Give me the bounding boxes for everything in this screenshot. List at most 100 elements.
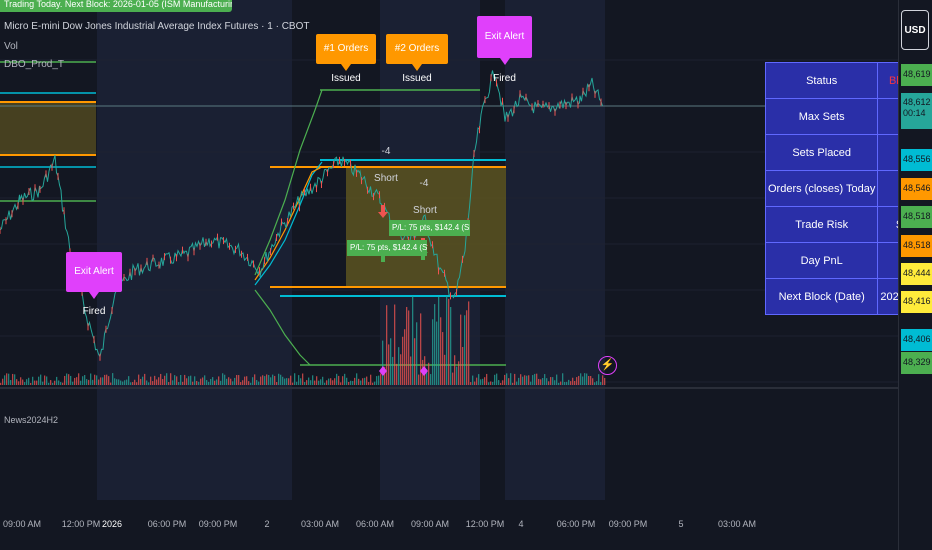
volume-bar [36, 380, 38, 385]
volume-bar [22, 379, 24, 385]
time-axis-label: 2026 [101, 519, 123, 529]
volume-bar [180, 375, 182, 385]
volume-bar [250, 382, 252, 385]
volume-bar [492, 381, 494, 385]
volume-bar [18, 381, 20, 385]
volume-bar [324, 382, 326, 385]
volume-bar [32, 376, 34, 385]
price-chart[interactable] [0, 0, 898, 550]
volume-bar [310, 380, 312, 385]
volume-bar [390, 338, 392, 385]
volume-bar [534, 373, 536, 385]
volume-bar [464, 315, 466, 385]
volume-bar [88, 379, 90, 385]
volume-bar [400, 354, 402, 385]
volume-bar [538, 378, 540, 385]
volume-bar [122, 381, 124, 385]
volume-bar [362, 378, 364, 385]
volume-bar [376, 376, 378, 385]
volume-bar [512, 382, 514, 385]
volume-bar [304, 382, 306, 385]
volume-bar [298, 375, 300, 385]
volume-bar [146, 380, 148, 385]
volume-bar [50, 380, 52, 385]
volume-bar [518, 377, 520, 385]
volume-bar [24, 382, 26, 385]
volume-bar [412, 295, 414, 385]
price-tag: 48,416 [901, 291, 932, 313]
volume-bar [160, 373, 162, 385]
volume-bar [296, 381, 298, 385]
volume-bar [240, 382, 242, 385]
volume-bar [126, 379, 128, 385]
volume-bar [194, 376, 196, 385]
volume-bar [238, 375, 240, 385]
volume-bar [58, 380, 60, 385]
range-box-left [0, 102, 96, 156]
volume-bar [334, 378, 336, 385]
volume-bar [514, 373, 516, 385]
orders-issued-2-callout: #2 Orders Issued [386, 34, 448, 84]
volume-bar [348, 381, 350, 385]
volume-bar [128, 376, 130, 385]
volume-bar [372, 382, 374, 385]
volume-bar [574, 380, 576, 385]
lightning-event-icon[interactable]: ⚡ [598, 356, 617, 375]
volume-bar [516, 381, 518, 385]
volume-bar [140, 378, 142, 385]
volume-bar [510, 373, 512, 385]
time-axis-label: 09:00 PM [608, 519, 648, 529]
time-axis-label: 03:00 AM [300, 519, 340, 529]
volume-bar [314, 380, 316, 385]
volume-bar [96, 375, 98, 385]
volume-bar [340, 382, 342, 385]
volume-bar [230, 378, 232, 385]
volume-bar [116, 379, 118, 385]
volume-bar [136, 382, 138, 385]
volume-bar [124, 380, 126, 385]
volume-bar [294, 373, 296, 385]
volume-bar [26, 379, 28, 385]
volume-bar [110, 382, 112, 385]
volume-bar [34, 380, 36, 385]
volume-bar [98, 379, 100, 385]
volume-bar [154, 375, 156, 385]
volume-bar [60, 382, 62, 385]
currency-button[interactable]: USD [901, 10, 929, 50]
volume-bar [328, 378, 330, 385]
volume-bar [496, 373, 498, 385]
volume-bar [552, 377, 554, 385]
volume-bar [70, 375, 72, 385]
volume-bar [266, 374, 268, 385]
time-axis[interactable]: 09:00 AM 12:00 PM 2026 06:00 PM 09:00 PM 2 03:… [0, 490, 898, 550]
volume-bar [246, 376, 248, 385]
volume-bar [52, 382, 54, 385]
volume-bar [530, 381, 532, 385]
volume-bar [330, 378, 332, 385]
volume-bar [82, 376, 84, 385]
volume-bar [248, 381, 250, 385]
volume-bar [584, 373, 586, 385]
volume-bar [576, 377, 578, 385]
symbol-title[interactable]: Micro E-mini Dow Jones Industrial Averag… [4, 21, 309, 32]
volume-bar [254, 374, 256, 385]
volume-bar [378, 375, 380, 385]
volume-bar [162, 379, 164, 385]
status-key: Sets Placed [764, 134, 879, 171]
volume-bar [198, 381, 200, 385]
volume-bar [66, 373, 68, 385]
strategy-indicator-label[interactable]: DBO_Prod_T [4, 59, 64, 70]
short-entry-1-label: Short [374, 173, 398, 184]
volume-bar [350, 380, 352, 385]
short-entry-2-label: Short [413, 205, 437, 216]
volume-bar [364, 377, 366, 385]
volume-bar [164, 375, 166, 385]
volume-bar [38, 376, 40, 385]
volume-bar [448, 298, 450, 385]
volume-bar [208, 381, 210, 385]
volume-bar [20, 377, 22, 385]
volume-bar [586, 373, 588, 385]
volume-indicator-label[interactable]: Vol [4, 41, 18, 52]
time-axis-label: 2 [264, 519, 270, 529]
volume-bar [600, 381, 602, 385]
